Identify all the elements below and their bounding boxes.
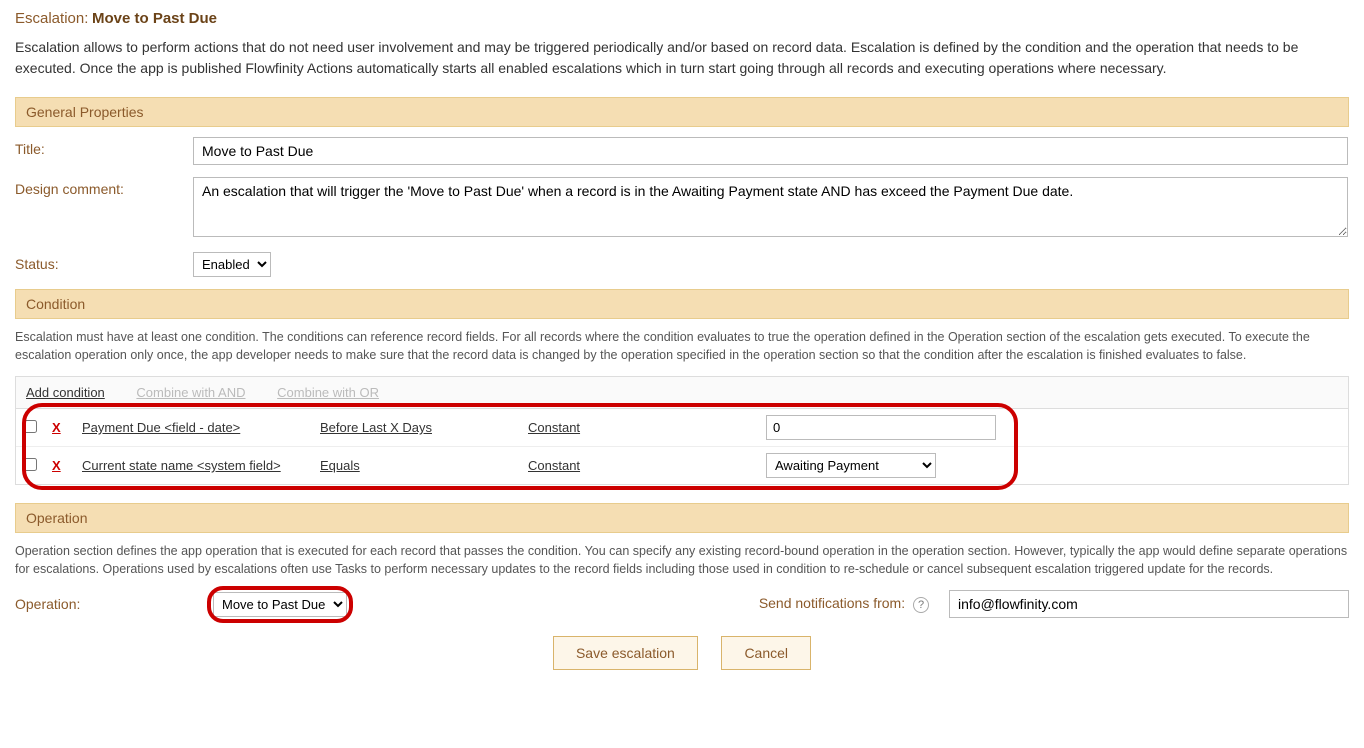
- add-condition-link[interactable]: Add condition: [26, 385, 105, 400]
- status-label: Status:: [15, 252, 193, 272]
- help-icon[interactable]: ?: [913, 597, 929, 613]
- send-notifications-label: Send notifications from: ?: [759, 595, 929, 613]
- section-condition: Condition: [15, 289, 1349, 319]
- cancel-button[interactable]: Cancel: [721, 636, 811, 670]
- condition-type-link[interactable]: Constant: [528, 458, 580, 473]
- header-name: Move to Past Due: [92, 10, 217, 27]
- operation-label: Operation:: [15, 596, 193, 612]
- page-description: Escalation allows to perform actions tha…: [15, 37, 1349, 79]
- combine-and-link[interactable]: Combine with AND: [136, 385, 245, 400]
- condition-field-link[interactable]: Payment Due <field - date>: [82, 420, 240, 435]
- condition-value-select[interactable]: Awaiting Payment: [766, 453, 936, 478]
- section-general-properties: General Properties: [15, 97, 1349, 127]
- condition-row-checkbox[interactable]: [24, 420, 37, 433]
- title-label: Title:: [15, 137, 193, 157]
- condition-row-delete[interactable]: X: [52, 420, 74, 435]
- condition-type-link[interactable]: Constant: [528, 420, 580, 435]
- condition-row-delete[interactable]: X: [52, 458, 74, 473]
- button-row: Save escalation Cancel: [15, 636, 1349, 670]
- page-header: Escalation: Move to Past Due: [15, 10, 1349, 27]
- condition-row-checkbox[interactable]: [24, 458, 37, 471]
- condition-table: X Payment Due <field - date> Before Last…: [15, 408, 1349, 485]
- save-escalation-button[interactable]: Save escalation: [553, 636, 698, 670]
- operation-highlight: Move to Past Due: [213, 592, 347, 617]
- status-select[interactable]: Enabled: [193, 252, 271, 277]
- design-comment-label: Design comment:: [15, 177, 193, 197]
- operation-select[interactable]: Move to Past Due: [213, 592, 347, 617]
- header-prefix: Escalation:: [15, 10, 88, 27]
- condition-note: Escalation must have at least one condit…: [15, 329, 1349, 364]
- condition-row: X Current state name <system field> Equa…: [16, 446, 1348, 484]
- design-comment-input[interactable]: [193, 177, 1348, 237]
- combine-or-link[interactable]: Combine with OR: [277, 385, 379, 400]
- operation-note: Operation section defines the app operat…: [15, 543, 1349, 578]
- title-input[interactable]: [193, 137, 1348, 165]
- condition-value-input[interactable]: [766, 415, 996, 440]
- condition-operator-link[interactable]: Equals: [320, 458, 360, 473]
- condition-row: X Payment Due <field - date> Before Last…: [16, 409, 1348, 446]
- section-operation: Operation: [15, 503, 1349, 533]
- condition-field-link[interactable]: Current state name <system field>: [82, 458, 281, 473]
- condition-toolbar: Add condition Combine with AND Combine w…: [15, 376, 1349, 408]
- send-notifications-input[interactable]: [949, 590, 1349, 618]
- condition-operator-link[interactable]: Before Last X Days: [320, 420, 432, 435]
